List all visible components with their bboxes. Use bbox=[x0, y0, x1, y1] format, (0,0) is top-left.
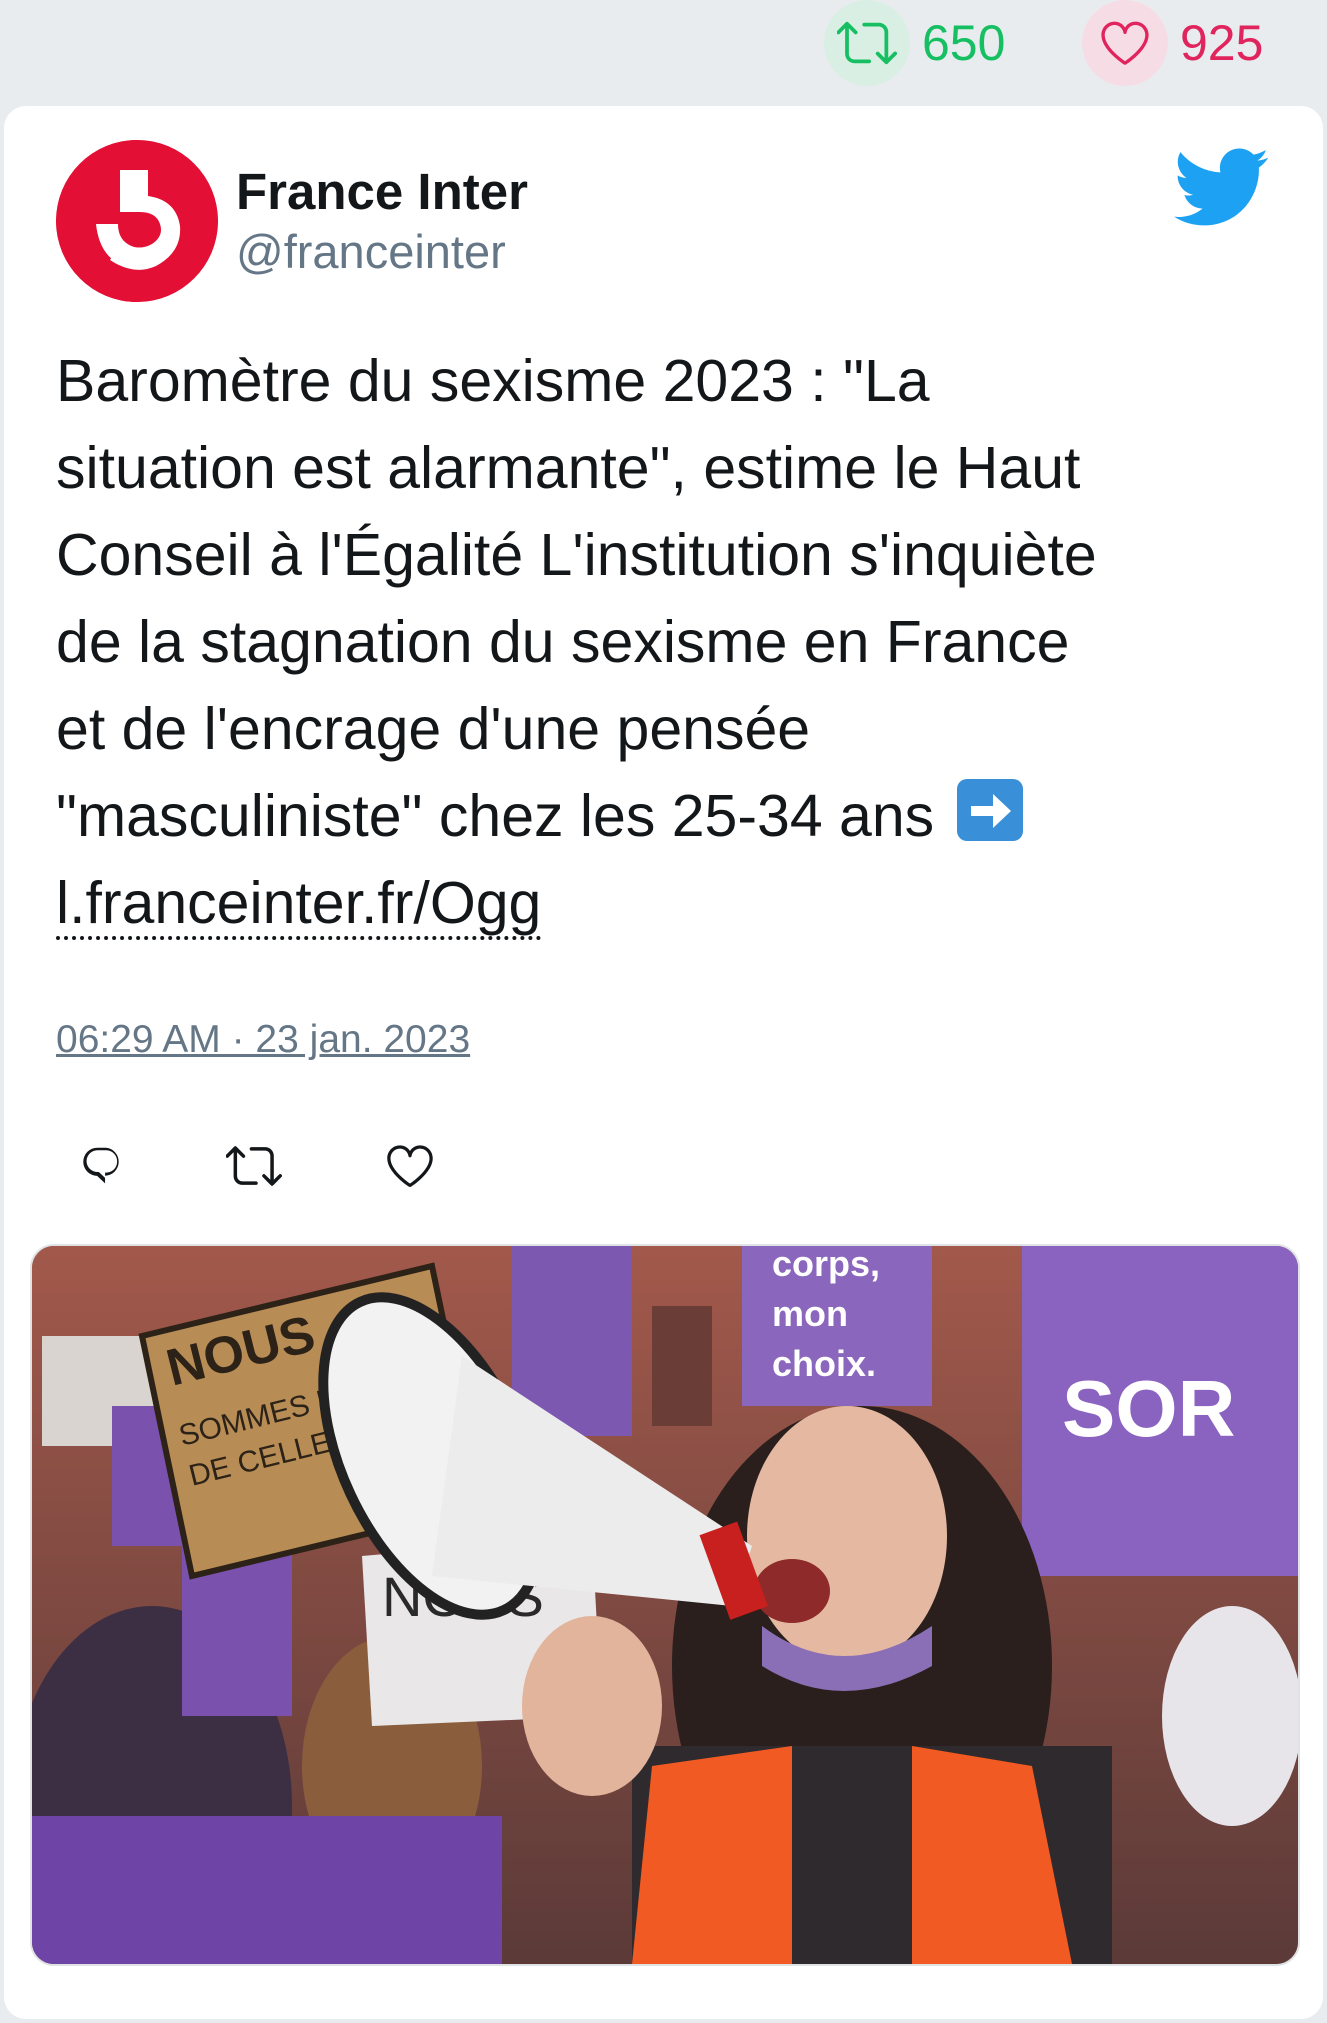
retweet-count: 650 bbox=[922, 15, 1006, 71]
twitter-bird-icon[interactable] bbox=[1174, 148, 1270, 228]
tweet-media-photo[interactable]: corps, mon choix. SOR NOUS SOMMES LA VOI… bbox=[30, 1244, 1300, 1966]
tweet-text-line: Conseil à l'Égalité L'institution s'inqu… bbox=[56, 522, 1097, 588]
sign-text-sor: SOR bbox=[1062, 1364, 1235, 1453]
retweet-stat[interactable]: 650 bbox=[824, 0, 1005, 86]
author-handle[interactable]: @franceinter bbox=[236, 224, 506, 279]
tweet-text: Baromètre du sexisme 2023 : "La situatio… bbox=[56, 338, 1276, 947]
like-stat[interactable]: 925 bbox=[1082, 0, 1263, 86]
tweet-text-line: situation est alarmante", estime le Haut bbox=[56, 435, 1081, 501]
tweet-text-line: Baromètre du sexisme 2023 : "La bbox=[56, 348, 930, 414]
heart-icon[interactable] bbox=[1082, 0, 1168, 86]
tweet-timestamp[interactable]: 06:29 AM · 23 jan. 2023 bbox=[56, 1018, 470, 1062]
sign-text-corps: corps, bbox=[772, 1246, 880, 1284]
arrow-right-emoji-icon bbox=[956, 779, 1023, 841]
like-count: 925 bbox=[1180, 15, 1264, 71]
tweet-text-line: "masculiniste" chez les 25-34 ans bbox=[56, 783, 935, 849]
retweet-button[interactable] bbox=[224, 1136, 284, 1196]
tweet-card: France Inter @franceinter Baromètre du s… bbox=[4, 106, 1323, 2019]
engagement-stats: 650 925 bbox=[0, 0, 1327, 100]
like-icon bbox=[387, 1145, 433, 1187]
retweet-icon[interactable] bbox=[824, 0, 910, 86]
protest-photo-image: corps, mon choix. SOR NOUS SOMMES LA VOI… bbox=[32, 1246, 1298, 1964]
sign-text-mon: mon bbox=[772, 1293, 848, 1334]
author-display-name[interactable]: France Inter bbox=[236, 162, 528, 221]
tweet-link[interactable]: l.franceinter.fr/Ogg bbox=[56, 870, 542, 940]
reply-icon bbox=[83, 1147, 119, 1184]
retweet-icon bbox=[226, 1146, 282, 1186]
reply-button[interactable] bbox=[74, 1136, 134, 1196]
tweet-text-line: de la stagnation du sexisme en France bbox=[56, 609, 1070, 675]
like-button[interactable] bbox=[380, 1136, 440, 1196]
avatar[interactable] bbox=[56, 140, 218, 302]
tweet-text-line: et de l'encrage d'une pensée bbox=[56, 696, 811, 762]
sign-text-choix: choix. bbox=[772, 1343, 876, 1384]
france-inter-logo-icon bbox=[56, 140, 218, 302]
tweet-text-line-with-emoji: "masculiniste" chez les 25-34 ans bbox=[56, 773, 1276, 860]
purple-banner bbox=[32, 1816, 502, 1964]
